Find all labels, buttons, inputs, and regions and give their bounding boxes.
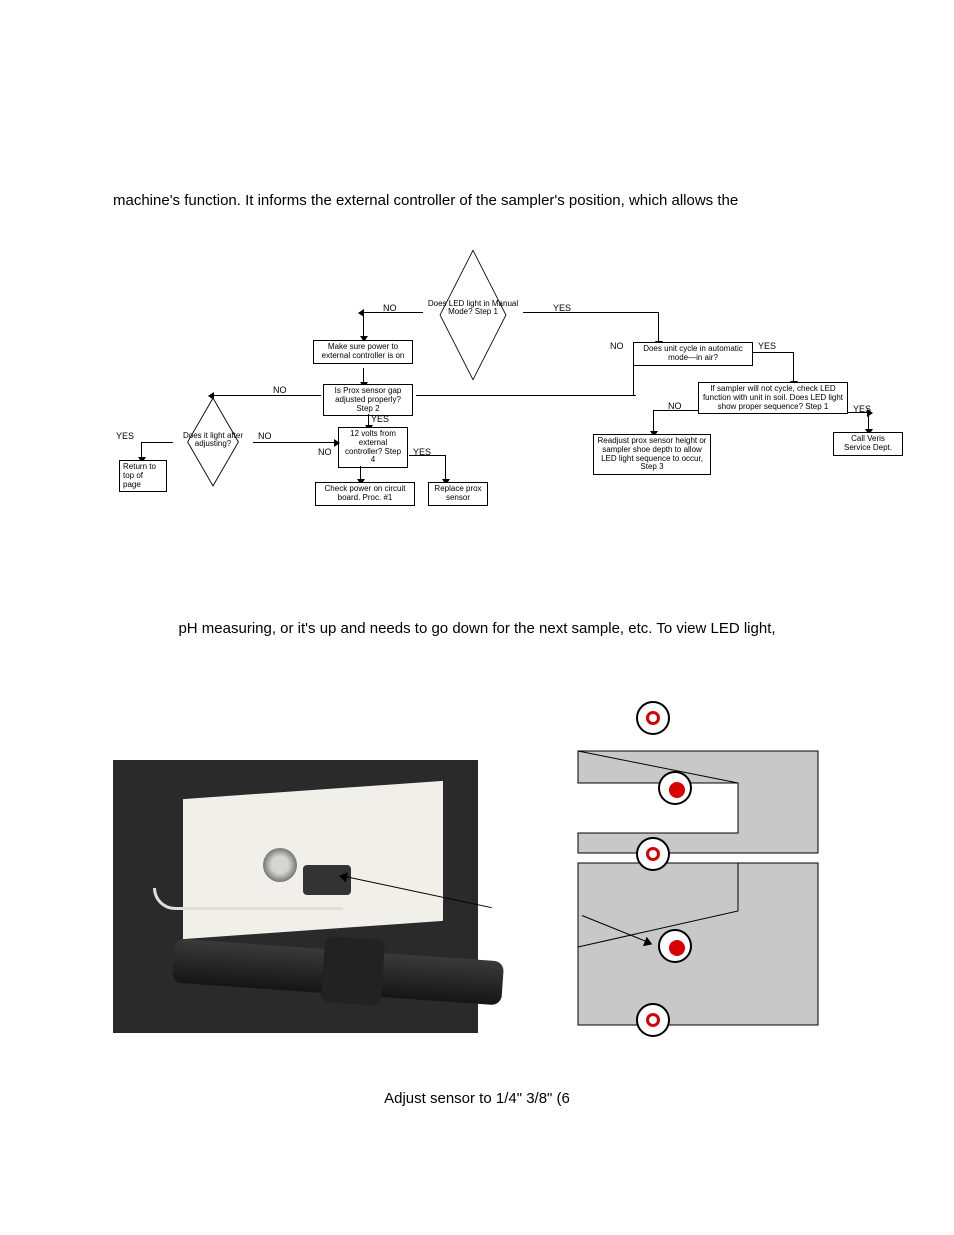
box-gap: Is Prox sensor gap adjusted properly? St… <box>323 384 413 416</box>
paragraph-line-1: machine's function. It informs the exter… <box>113 192 893 209</box>
box-readjust: Readjust prox sensor height or sampler s… <box>593 434 711 475</box>
led-4 <box>658 929 692 963</box>
figure-block <box>113 735 873 1065</box>
box-12v: 12 volts from external controller? Step … <box>338 427 408 468</box>
sensor-photo <box>113 760 478 1033</box>
label-yes: YES <box>758 342 776 352</box>
decision-led-manual: Does LED light in Manual Mode? Step 1 <box>423 290 523 340</box>
led-2 <box>658 771 692 805</box>
label-yes: YES <box>116 432 134 442</box>
label-yes: YES <box>413 448 431 458</box>
label-no: NO <box>258 432 272 442</box>
decision-light-after-adjust: Does it light after adjusting? <box>173 424 253 460</box>
box-power-on: Make sure power to external controller i… <box>313 340 413 364</box>
box-return-top: Return to top of page <box>119 460 167 492</box>
paragraph-line-2: pH measuring, or it's up and needs to go… <box>0 620 954 637</box>
label-yes: YES <box>371 415 389 425</box>
label-no: NO <box>610 342 624 352</box>
box-call-veris: Call Veris Service Dept. <box>833 432 903 456</box>
sensor-diagram <box>538 705 873 1065</box>
box-sequence: If sampler will not cycle, check LED fun… <box>698 382 848 414</box>
flowchart: Does LED light in Manual Mode? Step 1 NO… <box>113 290 873 540</box>
led-5 <box>636 1003 670 1037</box>
label-no: NO <box>318 448 332 458</box>
box-replace: Replace prox sensor <box>428 482 488 506</box>
led-1 <box>636 701 670 735</box>
box-auto-cycle: Does unit cycle in automatic mode—in air… <box>633 342 753 366</box>
led-3 <box>636 837 670 871</box>
box-pcb: Check power on circuit board. Proc. #1 <box>315 482 415 506</box>
caption-adjust-sensor: Adjust sensor to 1/4" 3/8" (6 <box>0 1090 954 1107</box>
